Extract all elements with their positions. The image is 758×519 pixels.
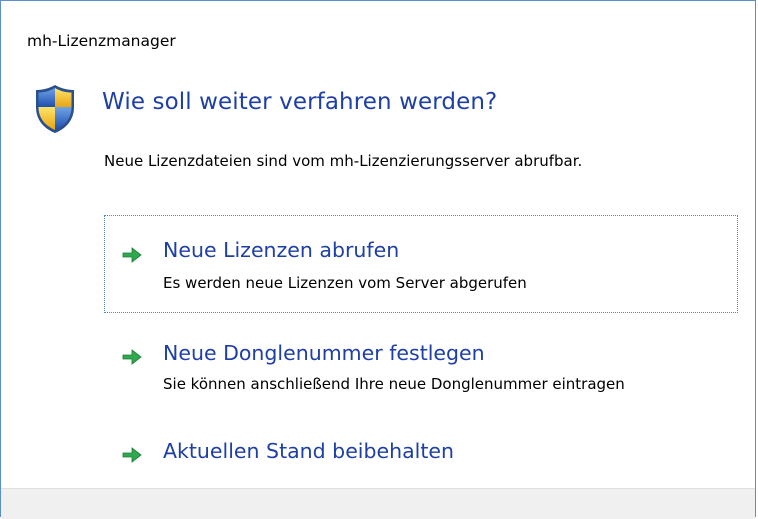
option-title: Aktuellen Stand beibehalten bbox=[163, 439, 455, 463]
green-arrow-icon bbox=[122, 247, 142, 263]
option-keep-current-state[interactable]: Aktuellen Stand beibehalten bbox=[104, 429, 738, 475]
option-subtitle: Es werden neue Lizenzen vom Server abger… bbox=[163, 274, 527, 292]
dialog-description: Neue Lizenzdateien sind vom mh-Lizenzier… bbox=[104, 152, 583, 170]
green-arrow-icon bbox=[122, 447, 142, 463]
dialog-window: mh-Lizenzmanager Wie soll weiter verfahr… bbox=[0, 0, 756, 519]
uac-shield-icon bbox=[36, 85, 74, 133]
title-bar[interactable]: mh-Lizenzmanager bbox=[1, 1, 755, 57]
window-title: mh-Lizenzmanager bbox=[27, 32, 176, 50]
option-title: Neue Lizenzen abrufen bbox=[163, 238, 400, 262]
option-subtitle: Sie können anschließend Ihre neue Dongle… bbox=[163, 375, 625, 393]
option-title: Neue Donglenummer festlegen bbox=[163, 341, 485, 365]
option-set-dongle-number[interactable]: Neue Donglenummer festlegen Sie können a… bbox=[104, 331, 738, 411]
option-fetch-licenses[interactable]: Neue Lizenzen abrufen Es werden neue Liz… bbox=[104, 215, 738, 313]
dialog-footer bbox=[1, 488, 755, 519]
dialog-heading: Wie soll weiter verfahren werden? bbox=[102, 89, 498, 115]
green-arrow-icon bbox=[122, 349, 142, 365]
